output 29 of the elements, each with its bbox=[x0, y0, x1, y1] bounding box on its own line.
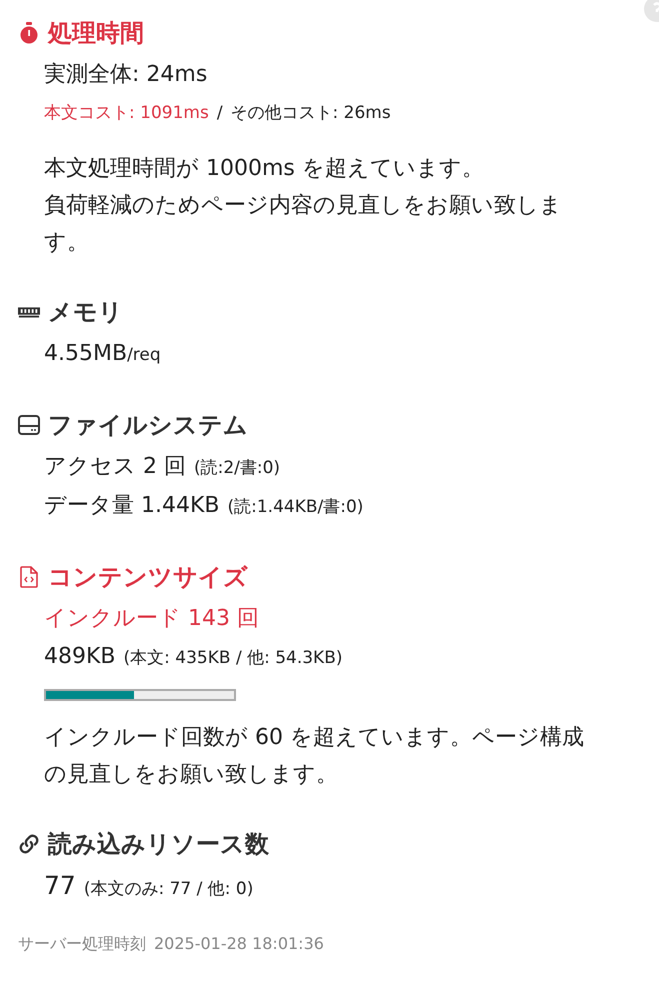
metric-text: その他コスト: 26ms bbox=[230, 102, 391, 125]
metric-text: 489KB bbox=[44, 643, 116, 671]
metric-text: インクルード 143 回 bbox=[44, 605, 259, 633]
stopwatch-icon bbox=[18, 22, 40, 44]
section-title: メモリ bbox=[48, 297, 123, 328]
metric-text: (読:2/書:0) bbox=[194, 457, 280, 480]
metric-text: /req bbox=[127, 344, 161, 367]
metric-text: 実測全体: 24ms bbox=[44, 61, 208, 89]
metric-text: アクセス 2 回 bbox=[44, 453, 186, 481]
warning-message: 本文処理時間が 1000ms を超えています。 bbox=[44, 155, 485, 183]
metric-text: / bbox=[216, 102, 223, 125]
metric-text: (本文のみ: 77 / 他: 0) bbox=[84, 878, 254, 901]
footer-label: サーバー処理時刻 bbox=[18, 934, 146, 955]
warning-message: インクルード回数が 60 を超えています。ページ構成の見直しをお願い致します。 bbox=[44, 724, 585, 789]
code-file-icon bbox=[18, 566, 40, 588]
server-time: 2025-01-28 18:01:36 bbox=[154, 934, 324, 955]
metric-text: (読:1.44KB/書:0) bbox=[228, 496, 364, 519]
metric-text: 本文コスト: 1091ms bbox=[44, 102, 209, 125]
section-title: 読み込みリソース数 bbox=[48, 829, 269, 860]
warning-message: 負荷軽減のためページ内容の見直しをお願い致します。 bbox=[44, 192, 563, 257]
drive-icon bbox=[18, 414, 40, 436]
link-icon bbox=[18, 833, 40, 855]
metric-text: 4.55MB bbox=[44, 340, 128, 368]
metric-text: 77 bbox=[44, 870, 76, 902]
metric-text: データ量 1.44KB bbox=[44, 492, 220, 520]
section-title: コンテンツサイズ bbox=[48, 562, 248, 593]
section-title: 処理時間 bbox=[48, 18, 144, 49]
metric-text: (本文: 435KB / 他: 54.3KB) bbox=[124, 647, 342, 670]
section-title: ファイルシステム bbox=[48, 410, 248, 441]
